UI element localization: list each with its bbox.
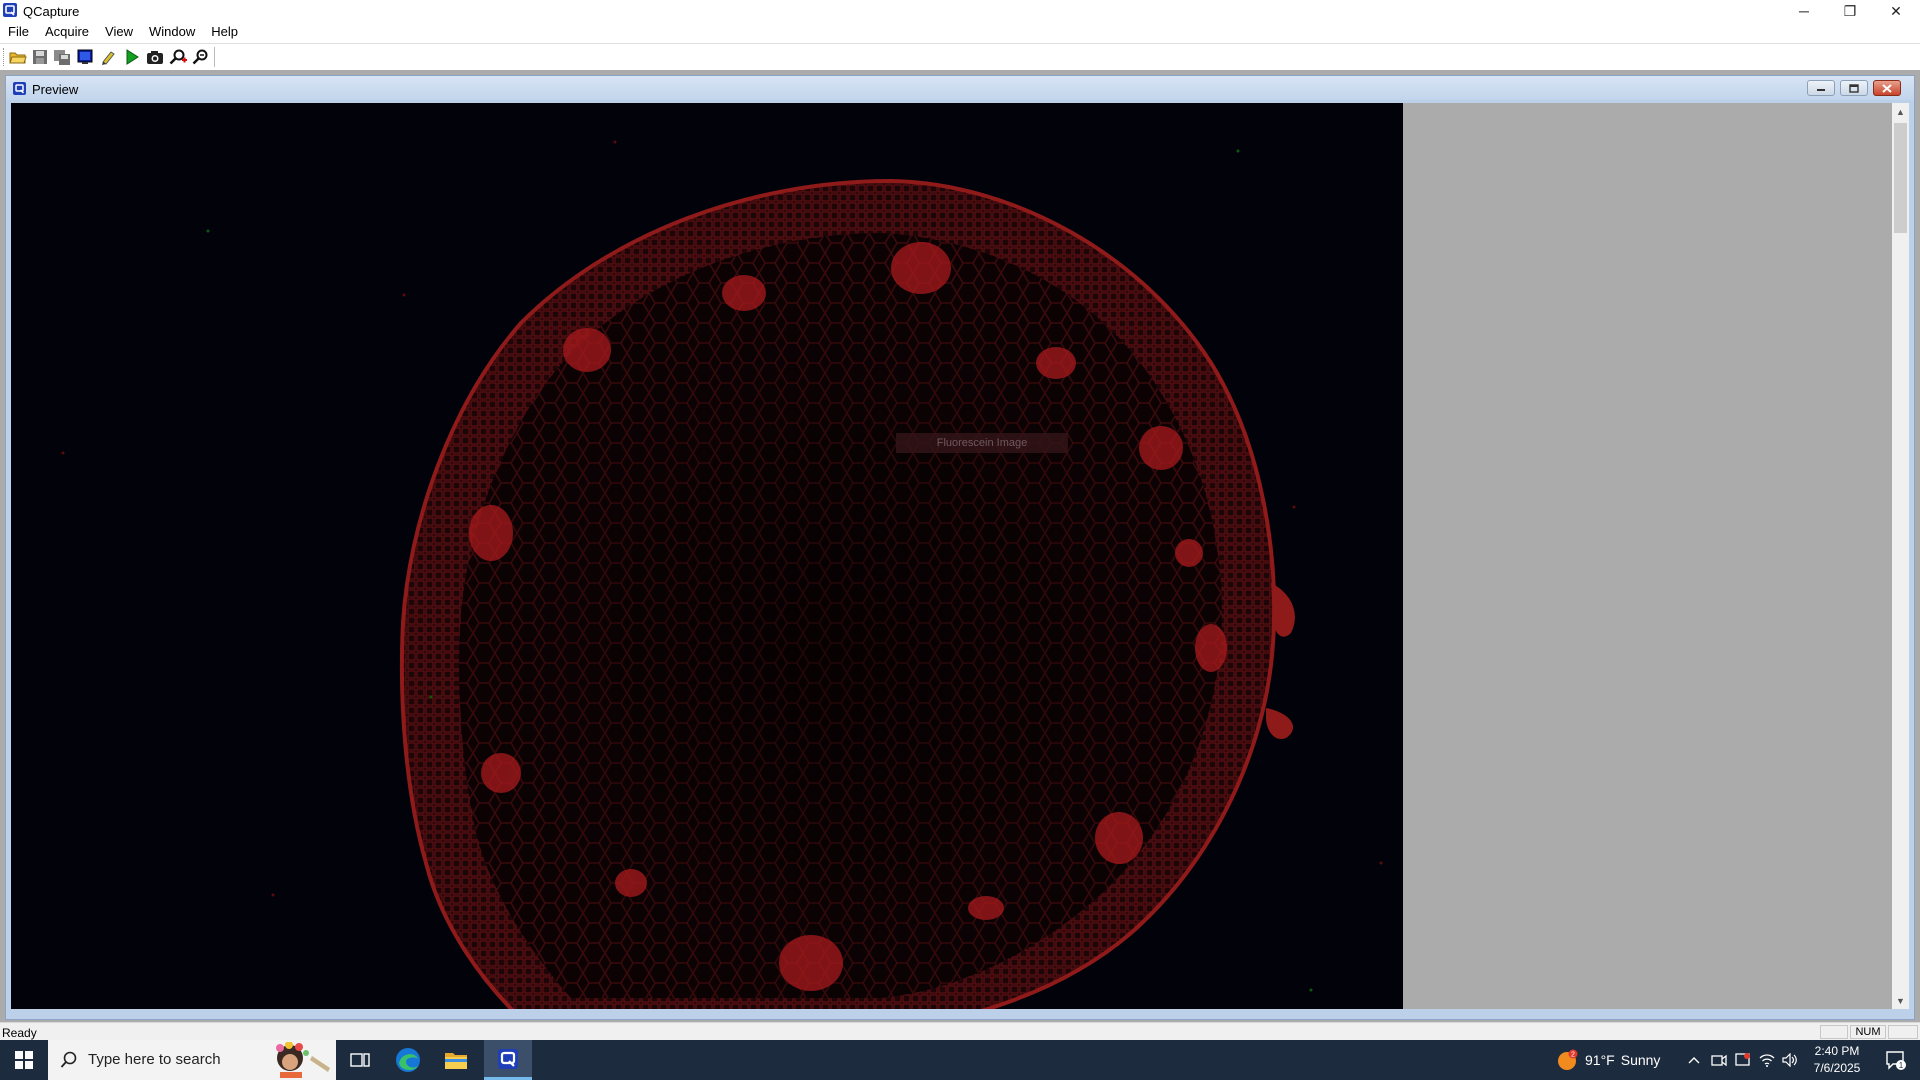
child-restore-button[interactable] [1840, 80, 1868, 96]
notification-center-button[interactable]: 1 [1876, 1040, 1916, 1080]
network-wifi-icon[interactable] [1757, 1050, 1777, 1070]
qcapture-taskbar-button[interactable] [484, 1040, 532, 1080]
folder-icon [445, 1053, 467, 1069]
weather-description: Sunny [1620, 1052, 1661, 1068]
monitor-icon [77, 49, 93, 64]
pencil-icon [102, 51, 115, 65]
zoom-out-button[interactable] [191, 47, 211, 67]
search-icon [60, 1051, 77, 1068]
sun-weather-icon: 2 [1558, 1049, 1578, 1070]
menu-bar: File Acquire View Window Help [0, 22, 1920, 42]
toolbar-grip[interactable] [3, 48, 7, 66]
close-icon [1882, 83, 1892, 93]
status-pane-blank-2 [1888, 1025, 1918, 1039]
play-icon [126, 49, 139, 65]
security-alert-icon[interactable] [1733, 1050, 1753, 1070]
menu-file[interactable]: File [0, 22, 37, 42]
scroll-up-arrow-icon[interactable]: ▲ [1892, 103, 1909, 120]
restore-icon [1849, 83, 1859, 93]
notification-icon: 1 [1886, 1051, 1906, 1070]
display-button[interactable] [75, 47, 95, 67]
status-bar: Ready NUM [0, 1022, 1920, 1041]
taskbar-clock[interactable]: 2:40 PM 7/6/2025 [1802, 1043, 1872, 1077]
image-overlay-label: Fluorescein Image [896, 433, 1068, 453]
zoom-in-button[interactable] [168, 47, 188, 67]
windows-logo-icon [15, 1051, 33, 1069]
save-all-icon [54, 50, 70, 65]
save-button[interactable] [30, 47, 50, 67]
status-text: Ready [2, 1026, 37, 1040]
zoom-in-icon [169, 49, 187, 65]
live-preview-button[interactable] [122, 47, 142, 67]
task-view-button[interactable] [336, 1040, 384, 1080]
camera-icon [147, 51, 163, 64]
menu-window[interactable]: Window [141, 22, 203, 42]
mdi-workspace: Preview Fluorescein Image ▲ ▼ [0, 70, 1920, 1022]
specimen-cross-section [61, 140, 1383, 1009]
menu-help[interactable]: Help [203, 22, 246, 42]
zoom-out-icon [192, 49, 208, 65]
weather-temperature: 91°F [1585, 1052, 1615, 1068]
save-icon [33, 50, 47, 64]
open-button[interactable] [8, 47, 28, 67]
save-all-button[interactable] [52, 47, 72, 67]
toolbar [0, 43, 1920, 71]
file-explorer-taskbar-button[interactable] [432, 1040, 480, 1080]
snap-button[interactable] [145, 47, 165, 67]
task-view-icon [350, 1053, 370, 1067]
clock-date: 7/6/2025 [1813, 1061, 1861, 1075]
preview-client-area: Fluorescein Image [11, 103, 1894, 1009]
menu-view[interactable]: View [97, 22, 141, 42]
title-bar: QCapture ─ ❐ ✕ [0, 0, 1920, 22]
preview-title-bar[interactable]: Preview [6, 76, 1914, 100]
child-minimize-button[interactable] [1807, 80, 1835, 96]
toolbar-separator [214, 47, 215, 67]
preview-title: Preview [32, 82, 79, 97]
taskbar-search-box[interactable]: Type here to search [48, 1040, 336, 1080]
vertical-scrollbar[interactable]: ▲ ▼ [1892, 103, 1909, 1009]
minimize-icon [1817, 89, 1825, 91]
scroll-down-arrow-icon[interactable]: ▼ [1892, 992, 1909, 1009]
minimize-button[interactable]: ─ [1781, 0, 1827, 22]
menu-acquire[interactable]: Acquire [37, 22, 97, 42]
edge-browser-icon [396, 1048, 420, 1072]
edit-button[interactable] [98, 47, 118, 67]
status-num-indicator: NUM [1850, 1025, 1886, 1039]
status-pane-blank [1820, 1025, 1848, 1039]
microscope-image[interactable]: Fluorescein Image [11, 103, 1403, 1009]
edge-taskbar-button[interactable] [384, 1040, 432, 1080]
open-folder-icon [9, 52, 27, 64]
search-highlight-illustration-icon [276, 1042, 330, 1078]
child-close-button[interactable] [1873, 80, 1901, 96]
notification-count: 1 [1899, 1061, 1904, 1070]
weather-badge: 2 [1571, 1052, 1575, 1059]
close-button[interactable]: ✕ [1873, 0, 1919, 22]
qcapture-app-icon [3, 3, 17, 17]
window-title: QCapture [23, 4, 80, 19]
show-hidden-icons-chevron-icon[interactable] [1684, 1050, 1704, 1070]
scroll-thumb[interactable] [1894, 123, 1907, 233]
start-button[interactable] [0, 1040, 48, 1080]
taskbar: Type here to search 2 91°F Sunny 2:40 PM… [0, 1040, 1920, 1080]
weather-widget[interactable]: 2 91°F Sunny [1557, 1040, 1660, 1080]
qcapture-doc-icon [13, 82, 26, 95]
search-placeholder: Type here to search [88, 1051, 221, 1068]
restore-button[interactable]: ❐ [1827, 0, 1873, 22]
preview-window: Preview Fluorescein Image ▲ ▼ [5, 75, 1915, 1020]
meet-now-icon[interactable] [1709, 1050, 1729, 1070]
qcapture-taskbar-icon [498, 1048, 518, 1069]
volume-speaker-icon[interactable] [1780, 1050, 1800, 1070]
clock-time: 2:40 PM [1814, 1044, 1860, 1058]
